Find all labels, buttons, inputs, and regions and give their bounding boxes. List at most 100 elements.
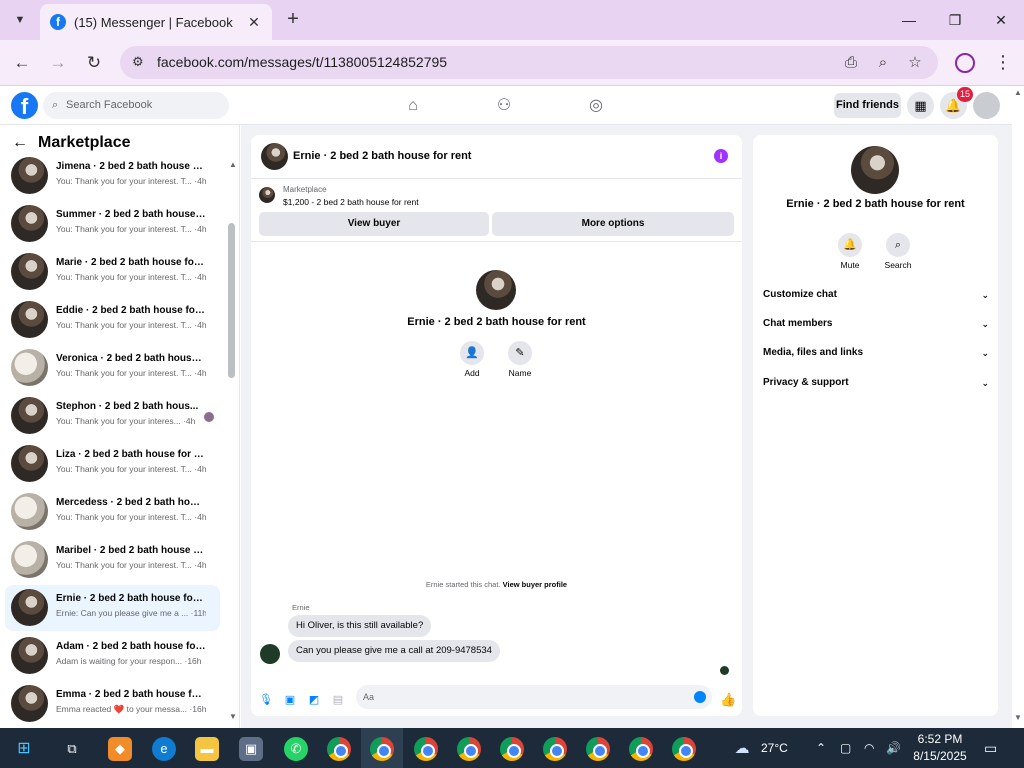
close-window-icon[interactable]: ✕ [986,8,1016,32]
meet-now-icon[interactable]: ▢ [840,728,851,768]
account-avatar[interactable] [973,92,1000,119]
sidebar-scrollbar[interactable] [228,159,235,719]
conversation-thumbnail [11,349,48,386]
message-bubble[interactable]: Hi Oliver, is this still available? [288,615,432,637]
show-hidden-icons-icon[interactable]: ⌃ [816,728,826,768]
conversation-item[interactable]: Veronica · 2 bed 2 bath house f... You: T… [5,345,220,391]
scroll-thumb[interactable] [228,223,235,378]
profile-avatar[interactable] [476,270,516,310]
conversation-item[interactable]: Eddie · 2 bed 2 bath house for ... You: T… [5,297,220,343]
message-input[interactable]: Aa [356,685,712,709]
url-text[interactable]: facebook.com/messages/t/1138005124852795 [157,54,447,70]
home-icon[interactable]: ⌂ [402,95,424,117]
conversation-thumbnail [11,685,48,722]
browser-profile-icon[interactable] [955,53,975,73]
sticker-icon[interactable]: ◩ [307,693,321,707]
facebook-search-input[interactable]: ⌕ Search Facebook [43,92,229,119]
bookmark-star-icon[interactable]: ☆ [905,53,925,73]
emoji-icon[interactable] [694,691,706,703]
conversation-item[interactable]: Liza · 2 bed 2 bath house for rent You: T… [5,441,220,487]
conversation-item[interactable]: Mercedess · 2 bed 2 bath hous... You: Tha… [5,489,220,535]
chrome-icon[interactable] [672,737,696,761]
chrome-icon[interactable] [500,737,524,761]
facebook-logo-icon[interactable]: f [11,92,38,119]
windows-start-icon[interactable]: ⊞ [12,737,36,761]
minimize-icon[interactable]: — [894,8,924,32]
chat-details-panel: Ernie · 2 bed 2 bath house for rent 🔔 Mu… [753,125,1012,728]
chrome-icon[interactable] [370,737,394,761]
conversation-item[interactable]: Maribel · 2 bed 2 bath house fo... You: T… [5,537,220,583]
volume-icon[interactable]: 🔊 [886,728,901,768]
groups-icon[interactable]: ◎ [585,95,607,117]
chrome-icon[interactable] [543,737,567,761]
chrome-icon[interactable] [629,737,653,761]
weather-cloud-icon[interactable]: ☁ [730,737,754,761]
section-customize-chat[interactable]: Customize chat ⌄ [763,285,989,305]
zoom-icon[interactable]: ⌕ [873,53,893,73]
file-explorer-icon[interactable]: ▬ [195,737,219,761]
reload-icon[interactable]: ↻ [82,51,106,75]
site-settings-icon[interactable]: ⚙ [132,54,150,72]
page-scrollbar[interactable]: ▲ ▼ [1012,86,1024,728]
view-buyer-button[interactable]: View buyer [259,212,489,236]
gif-icon[interactable]: ▤ [331,693,345,707]
conversation-item[interactable]: Stephon · 2 bed 2 bath hous... You: Thank… [5,393,220,439]
photo-icon[interactable]: ▣ [283,693,297,707]
sender-avatar[interactable] [260,644,280,664]
conversation-item[interactable]: Marie · 2 bed 2 bath house for ... You: T… [5,249,220,295]
app-icon[interactable]: ▣ [239,737,263,761]
back-icon[interactable]: ← [10,51,34,75]
scroll-down-icon[interactable]: ▼ [229,712,237,721]
conversation-item[interactable]: Ernie · 2 bed 2 bath house for r... Ernie… [5,585,220,631]
message-bubble[interactable]: Can you please give me a call at 209-947… [288,640,500,662]
back-arrow-icon[interactable]: ← [12,134,28,152]
search-in-chat-button[interactable]: ⌕ Search [876,233,920,270]
new-tab-icon[interactable]: + [282,8,304,30]
chat-avatar[interactable] [261,143,288,170]
copilot-icon[interactable]: ◆ [108,737,132,761]
section-media-files-links[interactable]: Media, files and links ⌄ [763,343,989,363]
tab-search-icon[interactable]: ▼ [8,8,32,32]
message-composer: 🎙 ▣ ◩ ▤ Aa 👍 [251,684,742,716]
find-friends-button[interactable]: Find friends [834,93,901,118]
notifications-icon[interactable]: ▭ [984,728,997,768]
edge-icon[interactable]: e [152,737,176,761]
address-bar[interactable]: ⚙ facebook.com/messages/t/11380051248527… [120,46,938,79]
menu-grid-icon[interactable]: ▦ [907,92,934,119]
add-button[interactable]: 👤 Add [452,341,492,378]
mute-button[interactable]: 🔔 Mute [828,233,872,270]
conversation-item[interactable]: Jimena · 2 bed 2 bath house fo... You: Th… [5,153,220,199]
info-icon[interactable]: i [714,149,728,163]
details-avatar[interactable] [851,146,899,194]
chrome-icon[interactable] [586,737,610,761]
system-clock[interactable]: 6:52 PM 8/15/2025 [908,731,972,765]
wifi-icon[interactable]: ◠ [864,728,874,768]
conversation-item[interactable]: Summer · 2 bed 2 bath house f... You: Tha… [5,201,220,247]
more-options-button[interactable]: More options [492,212,734,236]
microphone-icon[interactable]: 🎙 [259,693,273,707]
install-app-icon[interactable]: ⎙ [841,53,861,73]
browser-tab[interactable]: f (15) Messenger | Facebook ✕ [40,4,272,40]
like-thumb-icon[interactable]: 👍 [720,693,736,707]
view-buyer-profile-link[interactable]: View buyer profile [503,580,567,589]
section-privacy-support[interactable]: Privacy & support ⌄ [763,373,989,393]
chrome-icon[interactable] [457,737,481,761]
scroll-down-icon[interactable]: ▼ [1014,713,1022,722]
conversation-item[interactable]: Emma · 2 bed 2 bath house for ... Emma re… [5,681,220,727]
close-tab-icon[interactable]: ✕ [246,14,262,31]
chrome-icon[interactable] [414,737,438,761]
friends-icon[interactable]: ⚇ [493,95,515,117]
forward-icon[interactable]: → [46,51,70,75]
browser-menu-icon[interactable]: ⋮ [994,52,1012,73]
chat-title[interactable]: Ernie · 2 bed 2 bath house for rent [293,150,471,162]
section-chat-members[interactable]: Chat members ⌄ [763,314,989,334]
name-button[interactable]: ✎ Name [500,341,540,378]
scroll-up-icon[interactable]: ▲ [1014,88,1022,97]
profile-name: Ernie · 2 bed 2 bath house for rent [407,316,586,328]
restore-icon[interactable]: ❐ [940,8,970,32]
temperature-text[interactable]: 27°C [761,728,788,768]
conversation-item[interactable]: Adam · 2 bed 2 bath house for ... Adam is… [5,633,220,679]
whatsapp-icon[interactable]: ✆ [284,737,308,761]
task-view-icon[interactable]: ⧉ [60,737,84,761]
chrome-icon[interactable] [327,737,351,761]
